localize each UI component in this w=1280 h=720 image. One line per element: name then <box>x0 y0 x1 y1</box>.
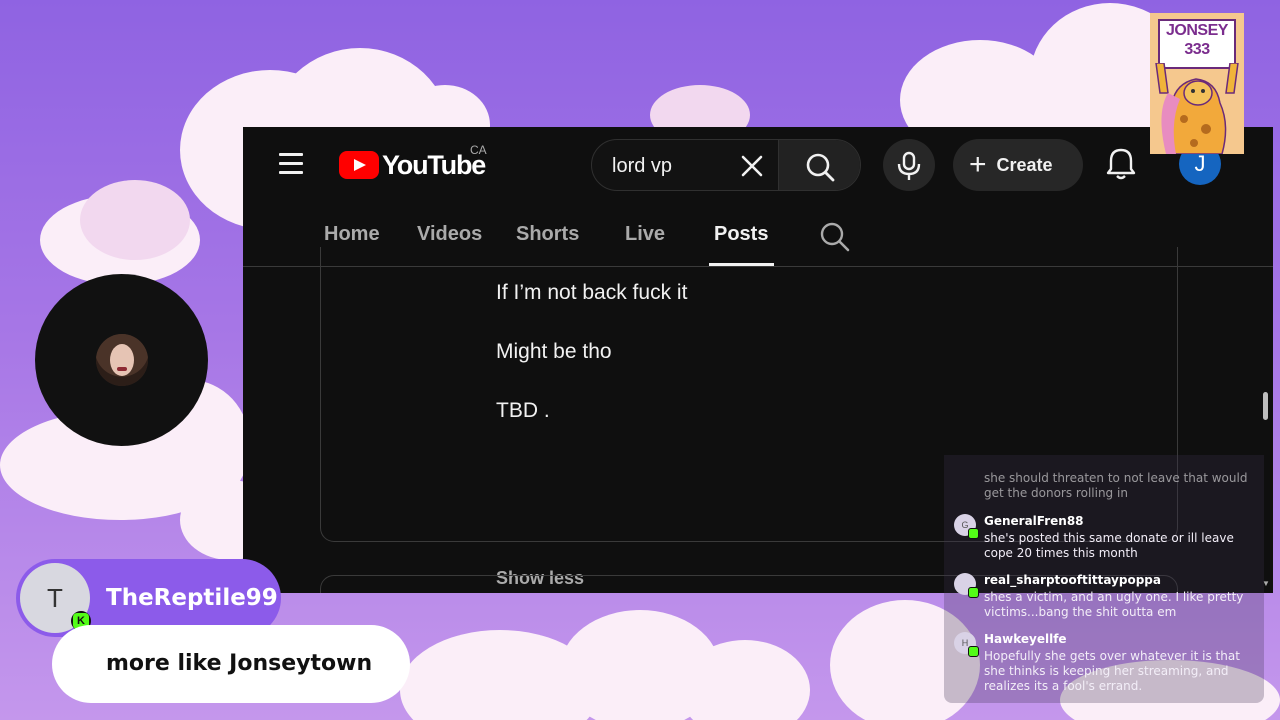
menu-icon[interactable] <box>279 153 303 175</box>
country-code: CA <box>470 143 487 157</box>
chat-overlay: she should threaten to not leave that wo… <box>944 455 1264 703</box>
chat-avatar: H <box>954 632 979 657</box>
alert-username: TheReptile99 <box>106 585 278 611</box>
chat-username: GeneralFren88 <box>984 514 1084 528</box>
plus-icon: + <box>969 148 987 181</box>
notifications-bell-icon[interactable] <box>1105 147 1137 181</box>
chat-avatar: G <box>954 514 979 539</box>
streamer-face <box>96 334 148 386</box>
tab-posts[interactable]: Posts <box>714 223 768 246</box>
kick-badge-icon <box>968 646 979 657</box>
sticker-line: JONSEY <box>1166 22 1228 39</box>
chat-faded-message: she should threaten to not leave that wo… <box>984 471 1248 500</box>
search-icon <box>806 153 835 182</box>
chat-text: Hopefully she gets over whatever it is t… <box>984 649 1240 693</box>
kick-badge-icon <box>968 528 979 539</box>
create-label: Create <box>996 154 1053 175</box>
sticker-sign: JONSEY 333 <box>1158 19 1236 69</box>
sticker-line: 333 <box>1184 41 1210 58</box>
chat-text: shes a victim, and an ugly one. I like p… <box>984 590 1244 619</box>
alert-message: more like Jonseytown <box>106 651 373 676</box>
youtube-play-icon <box>339 151 379 179</box>
chat-username: Hawkeyellfe <box>984 632 1067 646</box>
search-button[interactable] <box>778 140 860 190</box>
microphone-icon <box>897 151 921 180</box>
webcam-circle <box>35 274 208 446</box>
create-button[interactable]: + Create <box>953 139 1083 191</box>
chat-username: real_sharptooftittaypoppa <box>984 573 1161 587</box>
tab-live[interactable]: Live <box>625 223 665 246</box>
chat-avatar <box>954 573 979 598</box>
search-input[interactable] <box>612 153 732 179</box>
post-text-line: TBD . <box>496 399 550 422</box>
youtube-topbar: YouTube CA + Create <box>243 127 1273 203</box>
tab-home[interactable]: Home <box>324 223 380 246</box>
youtube-logo[interactable]: YouTube CA <box>339 143 487 181</box>
jonsey-giraffe-sticker: JONSEY 333 <box>1150 13 1244 154</box>
tab-shorts[interactable]: Shorts <box>516 223 579 246</box>
clear-search-icon[interactable] <box>738 152 766 180</box>
scrollbar-thumb[interactable] <box>1263 392 1268 420</box>
voice-search-button[interactable] <box>883 139 935 191</box>
post-text-line: If I’m not back fuck it <box>496 281 688 304</box>
search-box <box>591 139 861 191</box>
giraffe-icon <box>1155 63 1239 154</box>
post-text-line: Might be tho <box>496 340 612 363</box>
kick-badge-icon <box>968 587 979 598</box>
tab-videos[interactable]: Videos <box>417 223 482 246</box>
chat-text: she's posted this same donate or ill lea… <box>984 531 1234 560</box>
